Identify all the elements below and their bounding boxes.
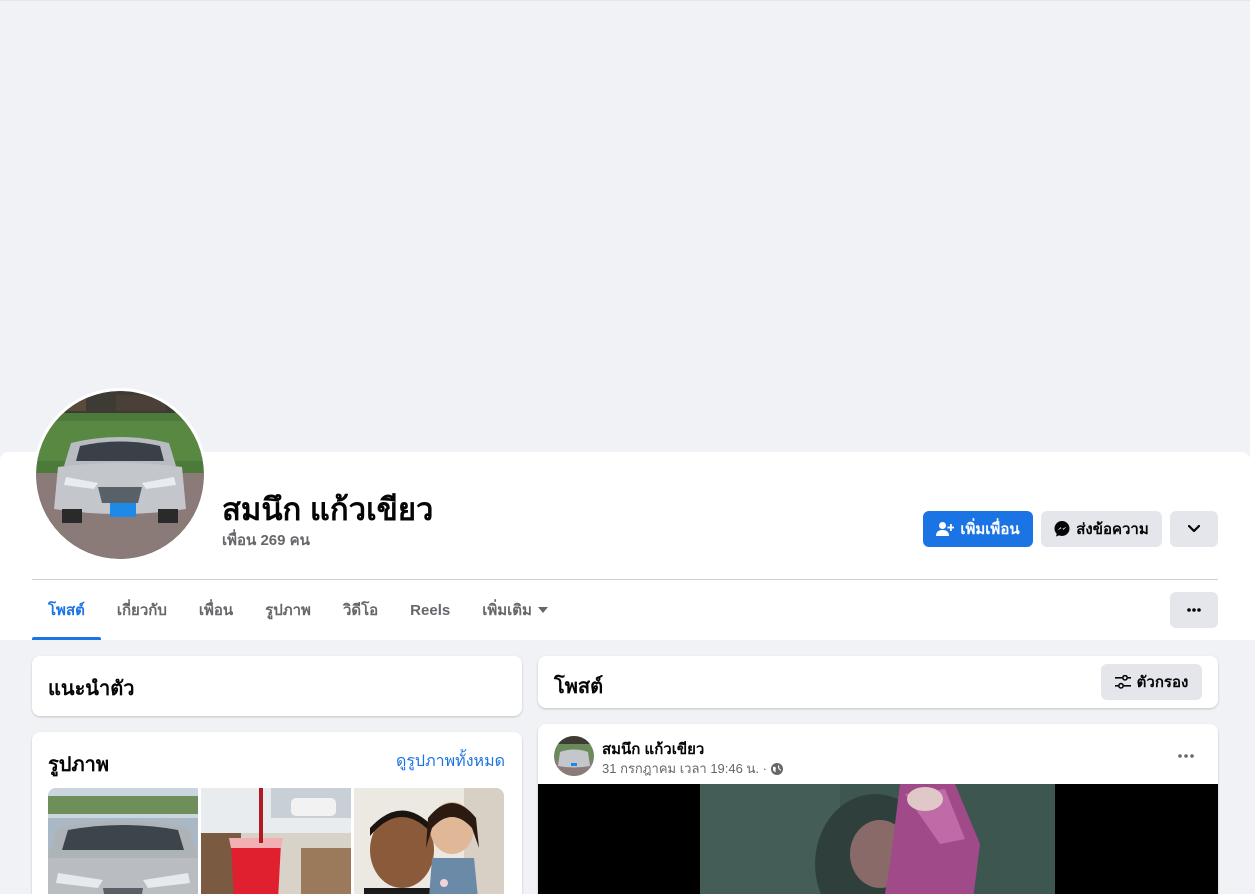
more-dots-icon [1187,608,1201,612]
posts-header-card: โพสต์ ตัวกรอง [538,656,1218,708]
post-video[interactable] [538,784,1218,894]
photos-card: รูปภาพ ดูรูปภาพทั้งหมด [32,732,522,894]
photo-thumbnail-selfie[interactable] [354,788,504,894]
post-card: สมนึก แก้วเขียว 31 กรกฎาคม เวลา 19:46 น.… [538,724,1218,894]
photo-thumbnail-drink[interactable] [201,788,351,894]
tab-label: วิดีโอ [342,602,379,619]
post-options-button[interactable] [1168,738,1204,774]
photo-grid [48,788,506,894]
tab-posts[interactable]: โพสต์ [32,580,101,640]
tab-photos[interactable]: รูปภาพ [249,580,327,640]
add-friend-icon [936,522,955,536]
tab-friends[interactable]: เพื่อน [183,580,249,640]
filter-button[interactable]: ตัวกรอง [1101,664,1202,700]
filter-icon [1114,675,1131,689]
avatar-car-photo [36,391,204,559]
message-button[interactable]: ส่งข้อความ [1041,511,1162,547]
post-author-avatar[interactable] [554,736,594,776]
tabs-more-button[interactable] [1170,592,1218,628]
intro-card: แนะนำตัว [32,656,522,716]
intro-title: แนะนำตัว [48,678,135,700]
messenger-icon [1054,521,1070,537]
video-frame [700,784,1055,894]
chevron-down-icon [1188,525,1200,533]
profile-options-button[interactable] [1170,511,1218,547]
cover-photo[interactable] [0,0,1250,462]
add-friend-button[interactable]: เพิ่มเพื่อน [923,511,1033,547]
caret-down-icon [537,607,548,613]
posts-title: โพสต์ [554,676,604,698]
profile-tabs: โพสต์ เกี่ยวกับ เพื่อน รูปภาพ วิดีโอ Ree… [32,580,564,640]
tab-label: เกี่ยวกับ [116,602,167,619]
tab-reels[interactable]: Reels [394,580,466,640]
tab-label: Reels [410,601,451,619]
tab-label: รูปภาพ [265,602,311,619]
tab-label: เพื่อน [198,602,234,619]
message-label: ส่งข้อความ [1076,521,1149,538]
tab-about[interactable]: เกี่ยวกับ [101,580,183,640]
tab-more[interactable]: เพิ่มเติม [466,580,564,640]
see-all-photos-link[interactable]: ดูรูปภาพทั้งหมด [396,749,505,774]
profile-avatar[interactable] [33,388,207,562]
tab-label: เพิ่มเติม [482,602,532,619]
photos-title: รูปภาพ [48,754,110,776]
globe-icon [770,762,783,775]
photo-thumbnail-car[interactable] [48,788,198,894]
post-meta: 31 กรกฎาคม เวลา 19:46 น. · [602,758,783,779]
tab-videos[interactable]: วิดีโอ [327,580,394,640]
more-dots-icon [1178,754,1194,758]
filter-label: ตัวกรอง [1136,674,1189,691]
friend-count[interactable]: เพื่อน 269 คน [222,528,310,552]
add-friend-label: เพิ่มเพื่อน [960,521,1020,538]
page-edge [1250,0,1255,462]
post-timestamp[interactable]: 31 กรกฎาคม เวลา 19:46 น. · [602,758,767,779]
profile-name: สมนึก แก้วเขียว [222,492,434,527]
tab-label: โพสต์ [48,602,85,619]
